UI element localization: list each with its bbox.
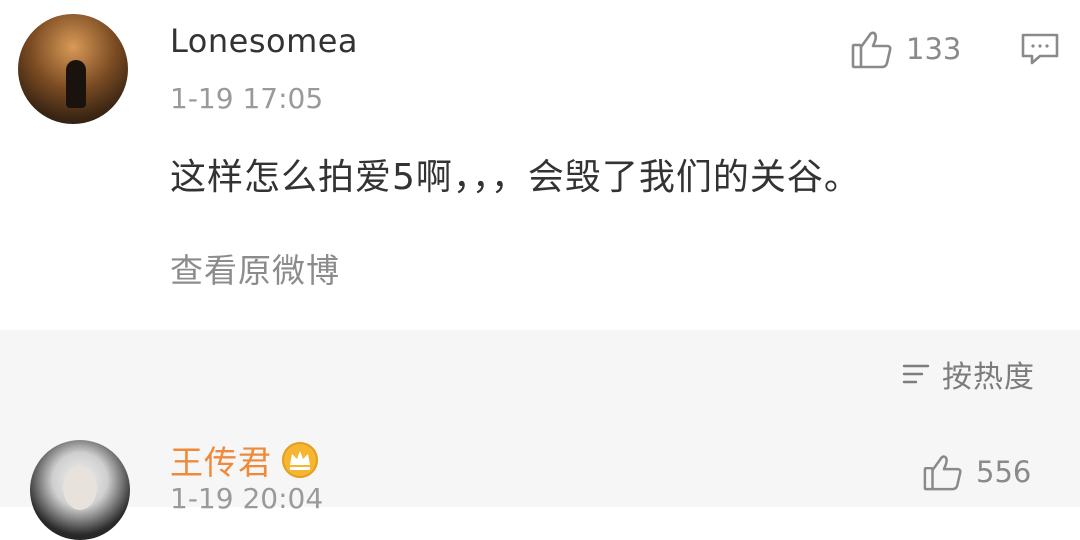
- sort-lines-icon[interactable]: [900, 360, 932, 388]
- comment-text: 这样怎么拍爱5啊，，，会毁了我们的关谷。: [170, 157, 861, 198]
- username-row: 王传君: [170, 436, 320, 484]
- comment-timestamp: 1-19 20:04: [170, 482, 324, 515]
- avatar[interactable]: [30, 440, 130, 540]
- view-original-post-link[interactable]: 查看原微博: [170, 244, 340, 292]
- comment-icon[interactable]: [1020, 32, 1060, 66]
- avatar-figure: [66, 60, 86, 108]
- like-icon[interactable]: [922, 452, 964, 492]
- like-button[interactable]: 556: [922, 452, 1031, 492]
- comment-timestamp: 1-19 17:05: [170, 82, 324, 115]
- vip-crown-badge-icon: [280, 440, 320, 480]
- avatar[interactable]: [18, 14, 128, 124]
- like-icon[interactable]: [850, 28, 894, 70]
- like-count: 556: [976, 455, 1032, 489]
- avatar-face: [63, 466, 97, 510]
- sort-by-hot-button[interactable]: 按热度: [900, 352, 1035, 396]
- sort-label: 按热度: [942, 360, 1035, 395]
- username[interactable]: Lonesomea: [170, 22, 358, 60]
- like-count: 133: [906, 32, 962, 66]
- like-button[interactable]: 133: [850, 28, 961, 70]
- username[interactable]: 王传君: [170, 436, 272, 484]
- comment-card-lonesomea: Lonesomea 1-19 17:05 133 这样怎么拍爱5啊，，，会毁了我…: [0, 0, 1080, 330]
